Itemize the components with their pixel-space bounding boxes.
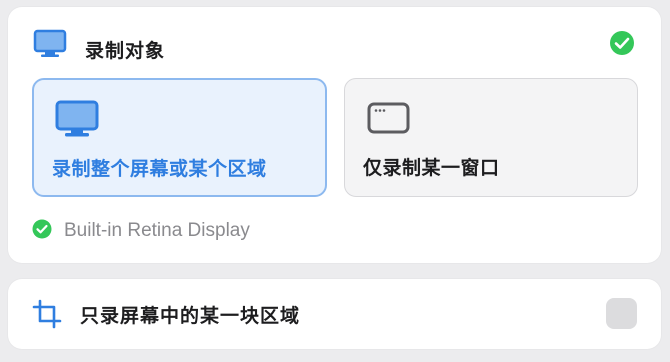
area-option-label: 只录屏幕中的某一块区域: [80, 305, 301, 327]
area-checkbox[interactable]: [606, 298, 637, 329]
section-title: 录制对象: [85, 40, 166, 62]
window-icon: [366, 98, 412, 142]
option-entire-screen[interactable]: 录制整个屏幕或某个区域: [32, 78, 327, 197]
crop-icon: [32, 299, 62, 333]
option-label: 录制整个屏幕或某个区域: [52, 158, 267, 180]
check-circle-icon: [609, 30, 635, 60]
display-status: Built-in Retina Display: [32, 219, 250, 243]
display-name: Built-in Retina Display: [64, 220, 250, 241]
monitor-icon: [54, 99, 100, 143]
area-recording-card[interactable]: 只录屏幕中的某一块区域: [8, 279, 661, 349]
check-circle-icon: [32, 219, 52, 243]
recording-target-card: 录制对象 录制整个屏幕或某个区域 仅录制某一窗口 Built-in Retina…: [8, 7, 661, 263]
option-label: 仅录制某一窗口: [363, 157, 500, 179]
option-single-window[interactable]: 仅录制某一窗口: [344, 78, 638, 197]
monitor-icon: [33, 29, 67, 63]
